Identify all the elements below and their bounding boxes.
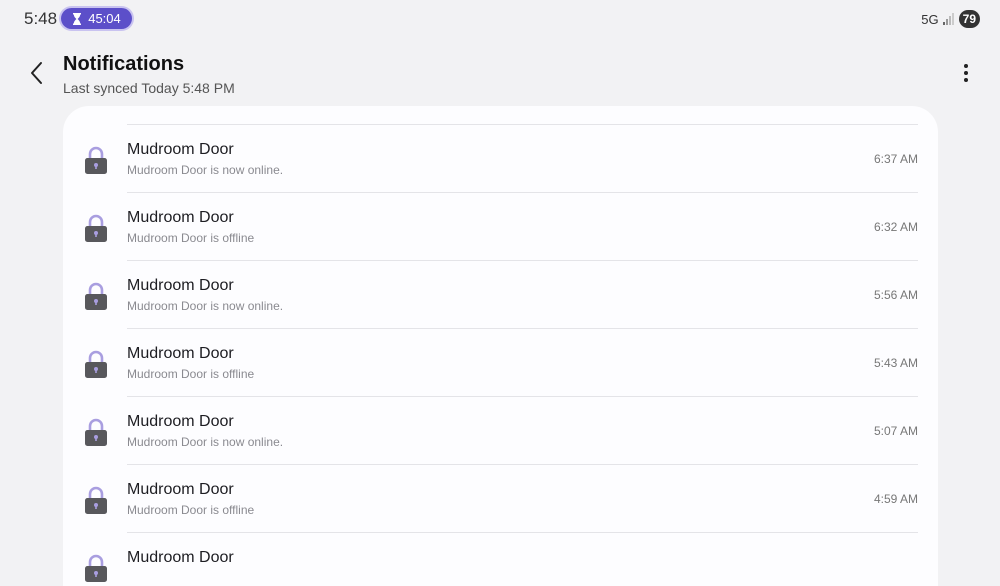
battery-badge: 79 xyxy=(958,10,980,28)
more-options-button[interactable] xyxy=(955,63,977,83)
page-title: Notifications xyxy=(63,53,185,75)
back-button[interactable] xyxy=(26,60,48,86)
chevron-left-icon xyxy=(31,62,42,84)
lock-icon xyxy=(83,281,109,311)
notification-message: Mudroom Door is now online. xyxy=(127,163,284,177)
notification-title: Mudroom Door xyxy=(127,481,234,498)
notification-time: 4:59 AM xyxy=(873,492,918,506)
more-vert-icon xyxy=(964,64,968,82)
notification-title: Mudroom Door xyxy=(127,141,234,158)
status-bar: 5:48 45:04 5G 79 xyxy=(0,0,1000,38)
hourglass-icon xyxy=(72,12,82,25)
lock-icon xyxy=(83,213,109,243)
notification-title: Mudroom Door xyxy=(127,209,234,226)
notification-message: Mudroom Door is offline xyxy=(127,231,255,245)
notification-row[interactable]: Mudroom Door Mudroom Door is offline 6:32 … xyxy=(63,193,938,261)
notification-list[interactable]: Mudroom Door Mudroom Door is now online. 6… xyxy=(63,106,938,586)
notification-title: Mudroom Door xyxy=(127,413,234,430)
notification-row[interactable]: Mudroom Door Mudroom Door is offline 4:59 … xyxy=(63,465,938,533)
notification-message: Mudroom Door is offline xyxy=(127,503,255,517)
lock-icon xyxy=(83,485,109,515)
notification-title: Mudroom Door xyxy=(127,277,234,294)
lock-icon xyxy=(83,417,109,447)
notification-message: Mudroom Door is offline xyxy=(127,367,255,381)
lock-icon xyxy=(83,145,109,175)
last-synced-label: Last synced Today 5:48 PM xyxy=(63,80,235,96)
notification-time: 5:43 AM xyxy=(873,356,918,370)
notification-message: Mudroom Door is now online. xyxy=(127,435,284,449)
notification-message: Mudroom Door is now online. xyxy=(127,299,284,313)
timer-label: 45:04 xyxy=(88,11,121,26)
notification-row[interactable]: Mudroom Door Mudroom Door is now online. 5… xyxy=(63,261,938,329)
timer-pill[interactable]: 45:04 xyxy=(61,8,132,29)
notification-title: Mudroom Door xyxy=(127,345,234,362)
signal-icon xyxy=(942,13,955,25)
notification-row[interactable]: Mudroom Door Mudroom Door is now online. 5… xyxy=(63,397,938,465)
notification-row[interactable]: Mudroom Door Mudroom Door is offline 5:43 … xyxy=(63,329,938,397)
notification-time: 6:32 AM xyxy=(873,220,918,234)
network-label: 5G xyxy=(921,11,939,27)
notification-time: 6:37 AM xyxy=(873,152,918,166)
notification-title: Mudroom Door xyxy=(127,549,234,566)
notification-row[interactable]: Mudroom Door xyxy=(63,533,938,586)
notification-time: 5:07 AM xyxy=(873,424,918,438)
lock-icon xyxy=(83,349,109,379)
status-time: 5:48 xyxy=(24,9,58,28)
status-right: 5G 79 xyxy=(921,10,980,28)
lock-icon xyxy=(83,553,109,583)
notification-time: 5:56 AM xyxy=(873,288,918,302)
notification-row[interactable]: Mudroom Door Mudroom Door is now online. 6… xyxy=(63,125,938,193)
